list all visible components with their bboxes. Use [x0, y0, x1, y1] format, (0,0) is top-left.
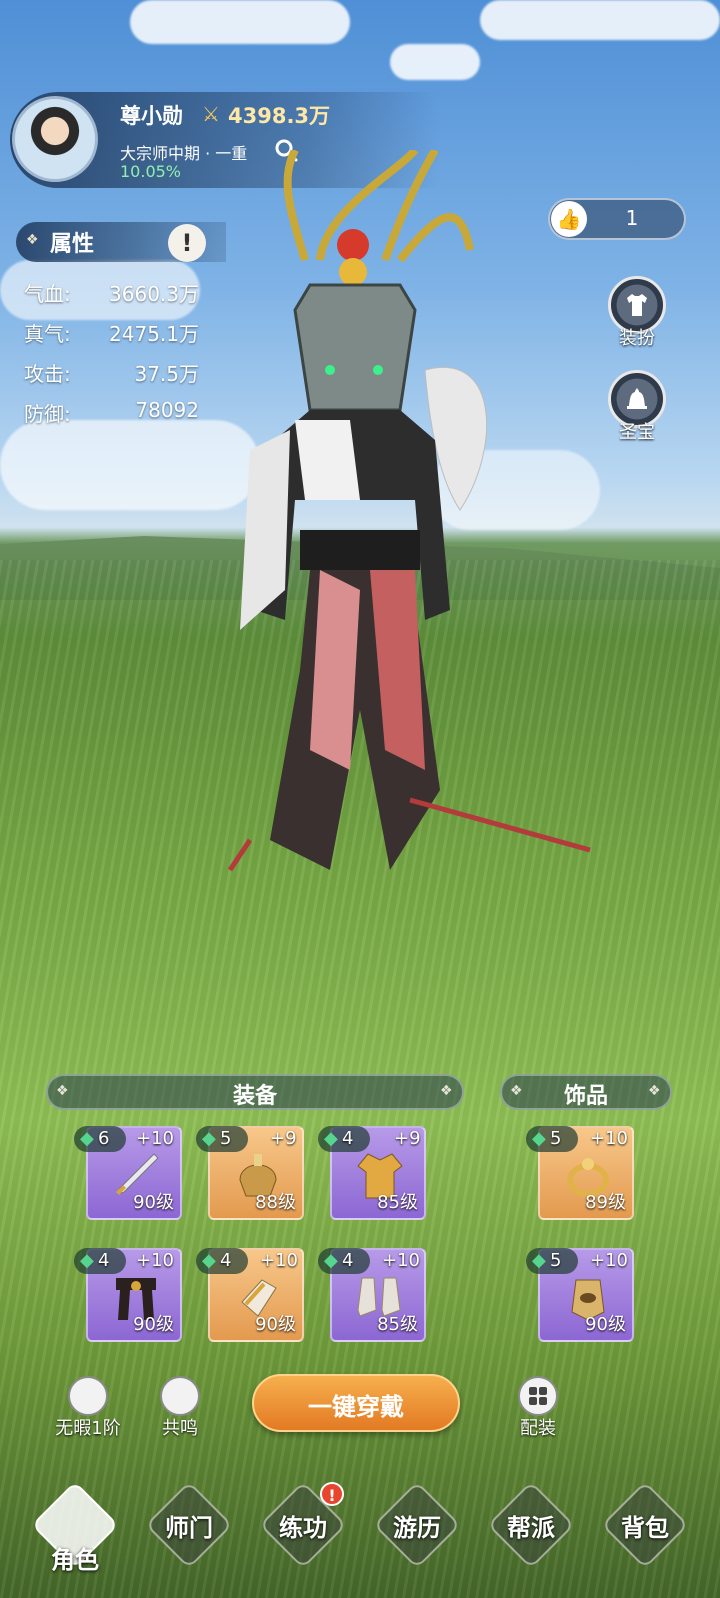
nav-label: 背包: [621, 1514, 669, 1542]
cloud: [390, 44, 480, 80]
item-level: 89级: [585, 1192, 626, 1213]
flawless-label: 无暇1阶: [55, 1418, 121, 1439]
gem-icon: ◆: [532, 1128, 546, 1149]
loadout-icon[interactable]: [518, 1376, 558, 1416]
gem-count: 4: [342, 1250, 354, 1271]
gem-count: 5: [220, 1128, 232, 1149]
gem-count: 4: [98, 1250, 110, 1271]
outfit-label: 装扮: [619, 328, 655, 349]
gem-icon: ◆: [324, 1128, 338, 1149]
nav-label: 游历: [393, 1514, 441, 1542]
nav-label: 角色: [51, 1546, 99, 1574]
gem-count: 4: [220, 1250, 232, 1271]
attribute-row-hp: 气血: 3660.3万: [24, 278, 199, 306]
gem-icon: ◆: [80, 1250, 94, 1271]
attribute-value: 3660.3万: [109, 282, 199, 306]
crossed-swords-icon: ⚔: [202, 102, 220, 126]
nav-label: 练功: [279, 1514, 327, 1542]
bell-icon: [627, 388, 647, 409]
gem-count: 4: [342, 1128, 354, 1149]
attribute-row-qi: 真气: 2475.1万: [24, 318, 199, 346]
cloud: [480, 0, 720, 40]
accessories-title: 饰品: [563, 1084, 608, 1109]
gem-icon: ◆: [532, 1250, 546, 1271]
gem-count: 5: [550, 1128, 562, 1149]
item-level: 90级: [255, 1314, 296, 1335]
nav-bag[interactable]: 背包: [600, 1481, 690, 1574]
combat-power: 4398.3万: [228, 104, 331, 128]
diamond-icon: ❖: [26, 232, 39, 248]
player-character: [227, 150, 591, 872]
like-count: 1: [625, 206, 639, 230]
resonance-label: 共鸣: [162, 1418, 198, 1439]
attribute-label: 攻击:: [24, 362, 71, 386]
nav-label: 帮派: [507, 1514, 555, 1542]
enhance-level: +9: [270, 1128, 297, 1149]
info-icon[interactable]: !: [168, 224, 206, 262]
gem-icon: ◆: [80, 1128, 94, 1149]
attribute-value: 78092: [135, 398, 199, 422]
cloud: [130, 0, 350, 44]
equipment-title: 装备: [232, 1084, 277, 1109]
attributes-title: 属性: [50, 232, 95, 257]
flawless-icon[interactable]: [68, 1376, 108, 1416]
attribute-row-defense: 防御: 78092: [24, 398, 199, 426]
notification-badge: !: [320, 1482, 344, 1506]
nav-sect[interactable]: 师门: [144, 1481, 234, 1574]
item-level: 85级: [377, 1314, 418, 1335]
enhance-level: +10: [590, 1128, 628, 1149]
equip-all-label: 一键穿戴: [308, 1393, 404, 1421]
player-name: 尊小勋: [120, 104, 183, 128]
gem-count: 6: [98, 1128, 110, 1149]
attribute-label: 真气:: [24, 322, 71, 346]
item-level: 88级: [255, 1192, 296, 1213]
attribute-row-attack: 攻击: 37.5万: [24, 358, 199, 386]
avatar[interactable]: [12, 96, 98, 182]
item-level: 90级: [585, 1314, 626, 1335]
enhance-level: +10: [136, 1250, 174, 1271]
attribute-label: 气血:: [24, 282, 71, 306]
gem-count: 5: [550, 1250, 562, 1271]
attribute-value: 2475.1万: [109, 322, 199, 346]
gem-icon: ◆: [324, 1250, 338, 1271]
outfit-icon: [627, 294, 647, 316]
loadout-label: 配装: [520, 1418, 556, 1439]
realm-progress: 10.05%: [120, 162, 182, 181]
gem-icon: ◆: [202, 1250, 216, 1271]
nav-character[interactable]: 角色: [30, 1481, 120, 1574]
enhance-level: +10: [590, 1250, 628, 1271]
sacred-treasure-label: 圣宝: [619, 422, 655, 443]
enhance-level: +10: [382, 1250, 420, 1271]
attribute-label: 防御:: [24, 402, 71, 426]
gem-icon: ◆: [202, 1128, 216, 1149]
nav-label: 师门: [165, 1514, 213, 1542]
nav-travel[interactable]: 游历: [372, 1481, 462, 1574]
item-level: 90级: [133, 1192, 174, 1213]
resonance-icon[interactable]: [160, 1376, 200, 1416]
nav-guild[interactable]: 帮派: [486, 1481, 576, 1574]
enhance-level: +10: [260, 1250, 298, 1271]
enhance-level: +10: [136, 1128, 174, 1149]
grid-icon: [529, 1387, 547, 1405]
item-level: 85级: [377, 1192, 418, 1213]
attribute-value: 37.5万: [134, 362, 199, 386]
item-level: 90级: [133, 1314, 174, 1335]
enhance-level: +9: [394, 1128, 421, 1149]
